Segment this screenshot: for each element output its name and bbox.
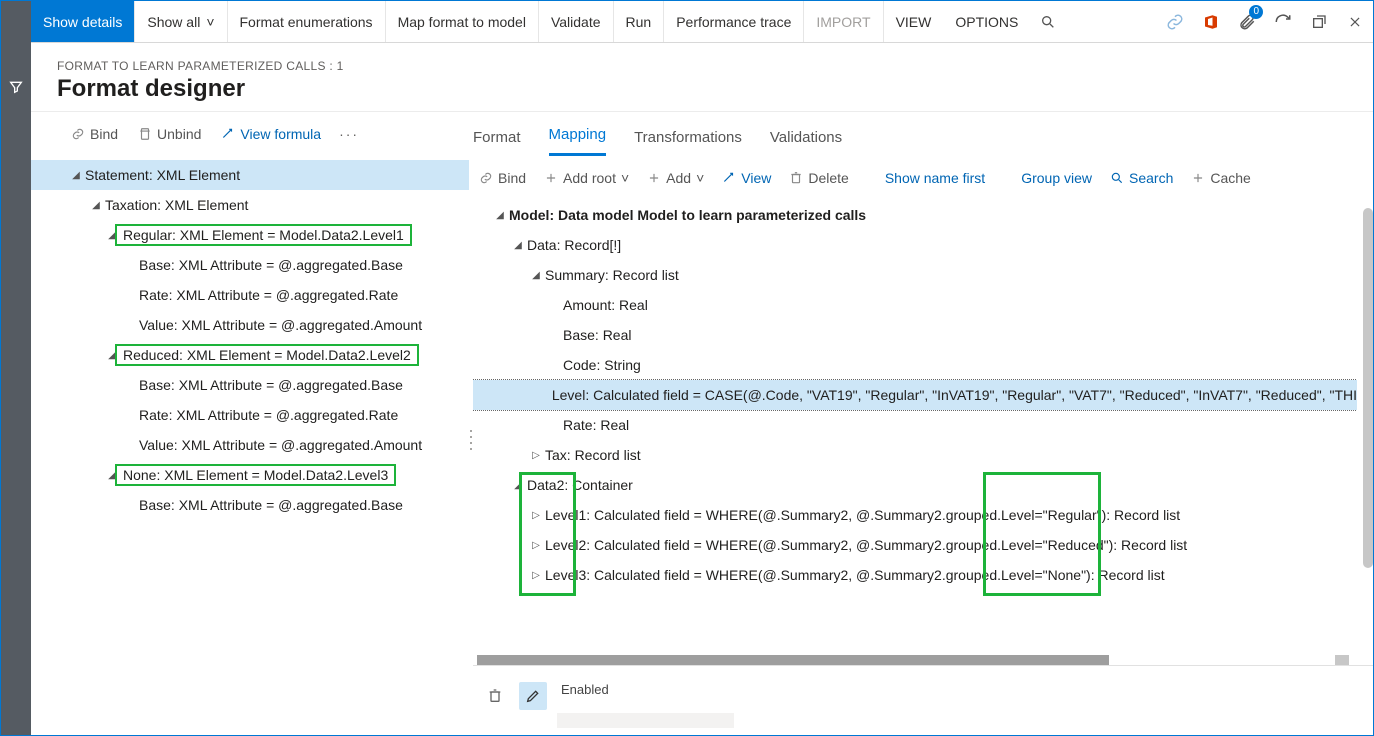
delete-button[interactable]: Delete bbox=[783, 166, 854, 190]
top-toolbar: Show details Show all˅ Format enumeratio… bbox=[31, 1, 1373, 43]
chevron-down-icon: ˅ bbox=[621, 170, 629, 186]
enabled-input[interactable] bbox=[557, 713, 734, 728]
collapse-icon[interactable]: ◢ bbox=[527, 270, 545, 281]
popout-button[interactable] bbox=[1301, 1, 1337, 42]
tree-node-level[interactable]: Level: Calculated field = CASE(@.Code, "… bbox=[473, 380, 1357, 410]
collapse-icon[interactable]: ◢ bbox=[87, 200, 105, 211]
tree-node-tax[interactable]: ▷Tax: Record list bbox=[473, 440, 1357, 470]
tree-node-reduced[interactable]: ◢Reduced: XML Element = Model.Data2.Leve… bbox=[31, 340, 469, 370]
options-button[interactable]: OPTIONS bbox=[943, 1, 1030, 42]
tree-node-rate[interactable]: Rate: XML Attribute = @.aggregated.Rate bbox=[31, 280, 469, 310]
left-rail bbox=[1, 1, 31, 735]
delete-property-button[interactable] bbox=[481, 682, 509, 710]
properties-row: Enabled bbox=[473, 665, 1373, 735]
tab-format[interactable]: Format bbox=[473, 121, 521, 156]
expand-icon[interactable]: ▷ bbox=[527, 510, 545, 521]
tree-node-base[interactable]: Base: XML Attribute = @.aggregated.Base bbox=[31, 490, 469, 520]
map-format-button[interactable]: Map format to model bbox=[386, 1, 539, 42]
office-icon[interactable] bbox=[1193, 1, 1229, 42]
attachments-badge: 0 bbox=[1249, 5, 1263, 19]
collapse-icon[interactable]: ◢ bbox=[509, 240, 527, 251]
tab-mapping[interactable]: Mapping bbox=[549, 118, 607, 156]
left-pane: Bind Unbind View formula ··· ◢Statement:… bbox=[31, 112, 469, 735]
tree-node-rate[interactable]: Rate: XML Attribute = @.aggregated.Rate bbox=[31, 400, 469, 430]
horizontal-scrollbar[interactable] bbox=[473, 655, 1353, 665]
tree-node-summary[interactable]: ◢Summary: Record list bbox=[473, 260, 1357, 290]
vertical-scrollbar[interactable] bbox=[1363, 208, 1373, 568]
show-all-button[interactable]: Show all˅ bbox=[135, 1, 227, 42]
link-icon[interactable] bbox=[1157, 1, 1193, 42]
attachments-button[interactable]: 0 bbox=[1229, 1, 1265, 42]
tree-node-base[interactable]: Base: XML Attribute = @.aggregated.Base bbox=[31, 250, 469, 280]
tree-node-code[interactable]: Code: String bbox=[473, 350, 1357, 380]
show-details-button[interactable]: Show details bbox=[31, 1, 135, 42]
tree-node-taxation[interactable]: ◢Taxation: XML Element bbox=[31, 190, 469, 220]
tab-validations[interactable]: Validations bbox=[770, 121, 842, 156]
chevron-down-icon: ˅ bbox=[696, 170, 704, 186]
view-button[interactable]: VIEW bbox=[884, 1, 944, 42]
view-button[interactable]: View bbox=[716, 166, 777, 190]
bind-button[interactable]: Bind bbox=[473, 166, 532, 190]
page-title: Format designer bbox=[57, 75, 1373, 103]
main-area: Show details Show all˅ Format enumeratio… bbox=[31, 1, 1373, 735]
left-action-bar: Bind Unbind View formula ··· bbox=[31, 112, 469, 156]
collapse-icon[interactable]: ◢ bbox=[67, 170, 85, 181]
add-root-button[interactable]: Add root˅ bbox=[538, 166, 635, 190]
edit-property-button[interactable] bbox=[519, 682, 547, 710]
close-button[interactable] bbox=[1337, 1, 1373, 42]
tree-node-none[interactable]: ◢None: XML Element = Model.Data2.Level3 bbox=[31, 460, 469, 490]
tree-node-level3[interactable]: ▷Level3: Calculated field = WHERE(@.Summ… bbox=[473, 560, 1357, 590]
tab-transformations[interactable]: Transformations bbox=[634, 121, 742, 156]
right-tabs: Format Mapping Transformations Validatio… bbox=[473, 112, 1373, 156]
add-button[interactable]: Add˅ bbox=[641, 166, 710, 190]
validate-button[interactable]: Validate bbox=[539, 1, 614, 42]
tree-node-statement[interactable]: ◢Statement: XML Element bbox=[31, 160, 469, 190]
enabled-label: Enabled bbox=[561, 682, 1373, 697]
format-tree[interactable]: ◢Statement: XML Element ◢Taxation: XML E… bbox=[31, 156, 469, 735]
tree-node-level2[interactable]: ▷Level2: Calculated field = WHERE(@.Summ… bbox=[473, 530, 1357, 560]
tree-node-base[interactable]: Base: Real bbox=[473, 320, 1357, 350]
tree-node-amount[interactable]: Amount: Real bbox=[473, 290, 1357, 320]
format-enumerations-button[interactable]: Format enumerations bbox=[228, 1, 386, 42]
unbind-button[interactable]: Unbind bbox=[130, 122, 209, 146]
split-body: Bind Unbind View formula ··· ◢Statement:… bbox=[31, 111, 1373, 735]
view-formula-button[interactable]: View formula bbox=[213, 122, 329, 146]
expand-icon[interactable]: ▷ bbox=[527, 450, 545, 461]
run-button[interactable]: Run bbox=[614, 1, 665, 42]
refresh-button[interactable] bbox=[1265, 1, 1301, 42]
tree-node-rate[interactable]: Rate: Real bbox=[473, 410, 1357, 440]
search-button[interactable]: Search bbox=[1104, 166, 1179, 190]
mapping-tree[interactable]: ◢Model: Data model Model to learn parame… bbox=[473, 200, 1357, 665]
tree-node-value[interactable]: Value: XML Attribute = @.aggregated.Amou… bbox=[31, 310, 469, 340]
tree-node-data[interactable]: ◢Data: Record[!] bbox=[473, 230, 1357, 260]
expand-icon[interactable]: ▷ bbox=[527, 570, 545, 581]
mapping-tree-container: ◢Model: Data model Model to learn parame… bbox=[473, 200, 1373, 665]
right-action-bar: Bind Add root˅ Add˅ View bbox=[473, 156, 1373, 200]
tree-node-value[interactable]: Value: XML Attribute = @.aggregated.Amou… bbox=[31, 430, 469, 460]
tree-node-base[interactable]: Base: XML Attribute = @.aggregated.Base bbox=[31, 370, 469, 400]
import-button: IMPORT bbox=[804, 1, 883, 42]
performance-trace-button[interactable]: Performance trace bbox=[664, 1, 804, 42]
more-actions-button[interactable]: ··· bbox=[333, 122, 365, 146]
expand-icon[interactable]: ▷ bbox=[527, 540, 545, 551]
tree-node-model[interactable]: ◢Model: Data model Model to learn parame… bbox=[473, 200, 1357, 230]
chevron-down-icon: ˅ bbox=[206, 14, 214, 30]
tree-node-data2[interactable]: ◢Data2: Container bbox=[473, 470, 1357, 500]
cache-button[interactable]: Cache bbox=[1185, 166, 1256, 190]
bind-button[interactable]: Bind bbox=[63, 122, 126, 146]
breadcrumb: FORMAT TO LEARN PARAMETERIZED CALLS : 1 bbox=[57, 59, 1373, 73]
app-root: Show details Show all˅ Format enumeratio… bbox=[0, 0, 1374, 736]
right-pane: Format Mapping Transformations Validatio… bbox=[473, 112, 1373, 735]
tree-node-regular[interactable]: ◢Regular: XML Element = Model.Data2.Leve… bbox=[31, 220, 469, 250]
tree-node-level1[interactable]: ▷Level1: Calculated field = WHERE(@.Summ… bbox=[473, 500, 1357, 530]
show-name-first-button[interactable]: Show name first bbox=[879, 166, 991, 190]
search-button[interactable] bbox=[1030, 1, 1066, 42]
page-header: FORMAT TO LEARN PARAMETERIZED CALLS : 1 … bbox=[31, 43, 1373, 111]
group-view-button[interactable]: Group view bbox=[1015, 166, 1098, 190]
filter-icon[interactable] bbox=[8, 79, 24, 100]
collapse-icon[interactable]: ◢ bbox=[509, 480, 527, 491]
collapse-icon[interactable]: ◢ bbox=[491, 210, 509, 221]
